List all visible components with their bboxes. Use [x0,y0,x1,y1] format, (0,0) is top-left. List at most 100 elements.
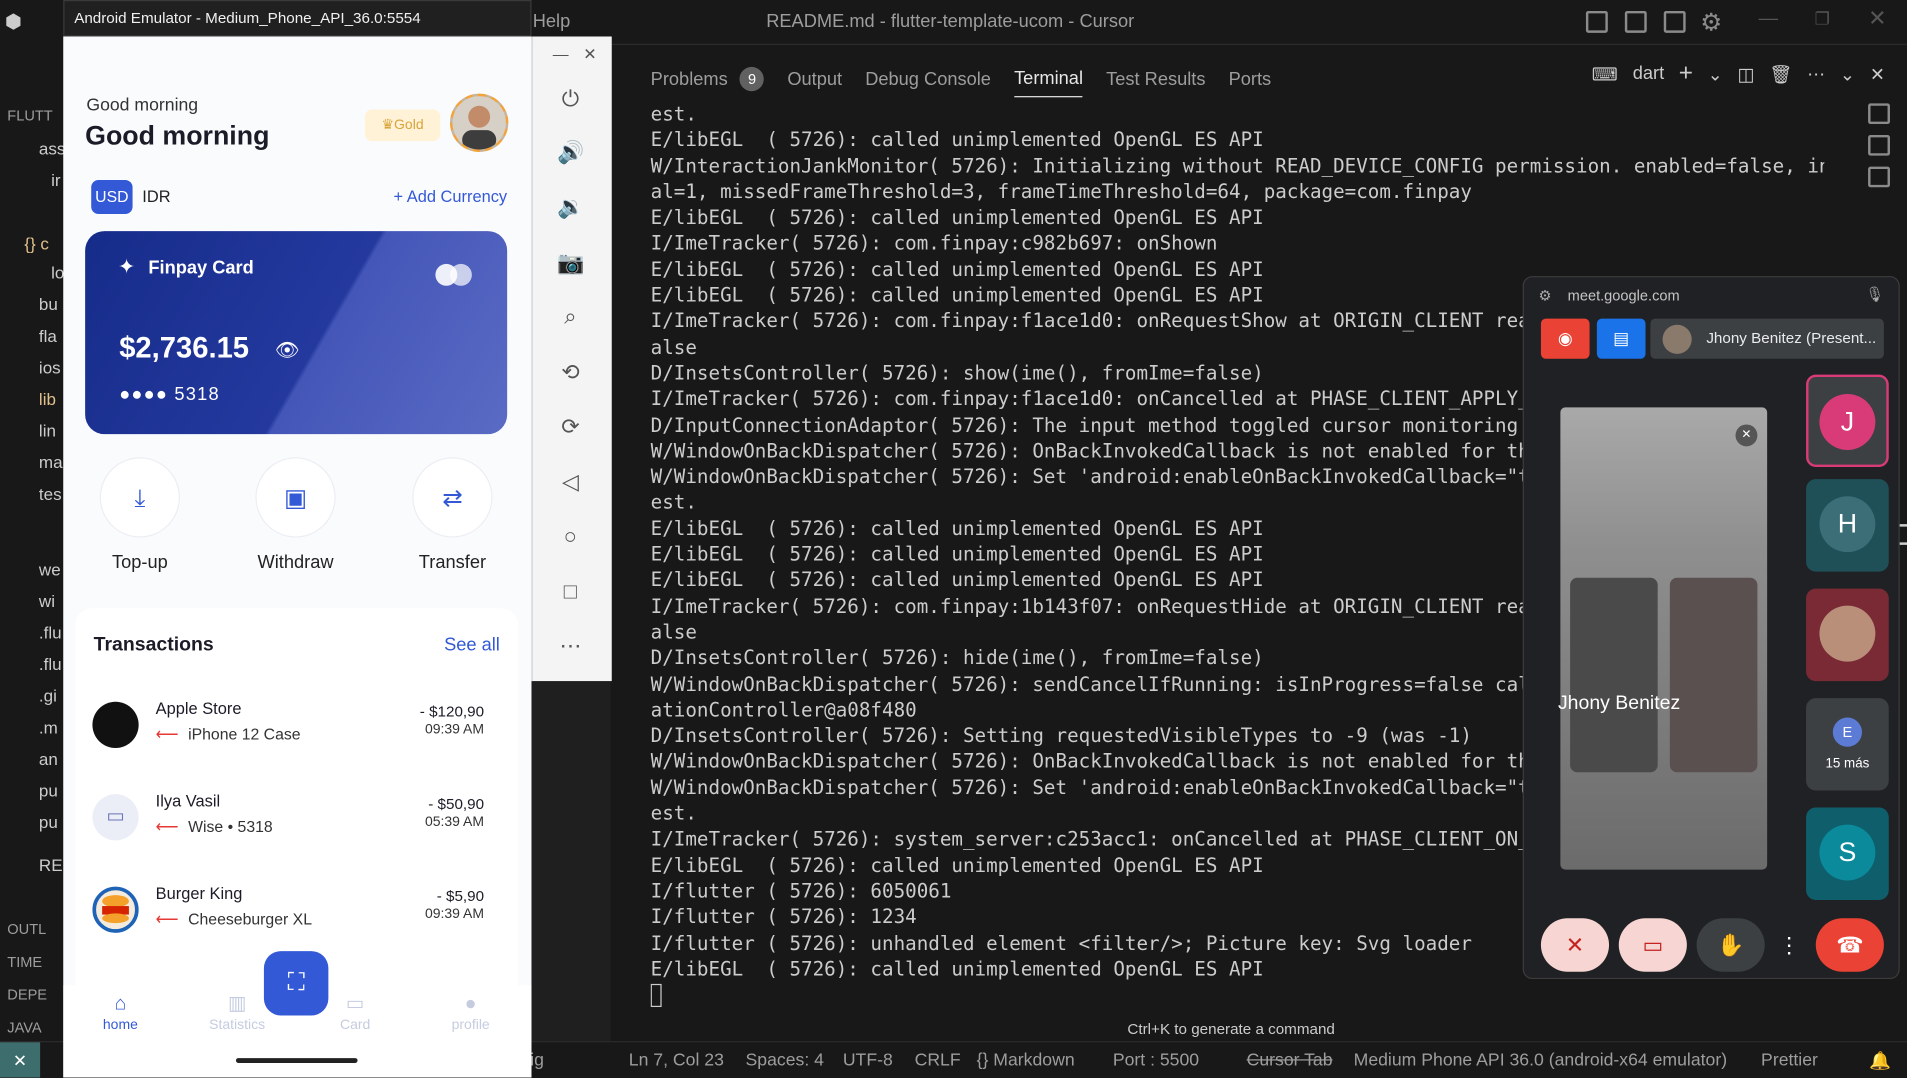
more-actions-icon[interactable]: ⋯ [1807,63,1825,85]
indentation[interactable]: Spaces: 4 [746,1051,824,1070]
camera-off-button[interactable]: ▭ [1618,918,1687,972]
participant-tile[interactable] [1806,588,1889,682]
tree-item[interactable]: .gi [39,686,57,705]
currency-usd-tab[interactable]: USD [91,179,133,215]
tab-output[interactable]: Output [787,61,842,97]
nav-profile[interactable]: ● profile [428,991,513,1033]
withdraw-action[interactable]: ▣ Withdraw [253,457,338,573]
finpay-card[interactable]: ✦ Finpay Card $2,736.15 👁 ●●●● 5318 [85,231,508,435]
participant-tile[interactable]: S [1806,807,1889,900]
transaction-row[interactable]: Burger King ⟵ Cheeseburger XL - $5,90 09:… [92,878,501,951]
tree-item[interactable]: lin [39,421,56,440]
record-button[interactable]: ◉ [1540,318,1590,359]
chevron-down-icon[interactable]: ⌄ [1708,63,1723,85]
add-currency-button[interactable]: + Add Currency [394,187,508,205]
nav-home[interactable]: ⌂ home [78,991,163,1033]
terminal-shell-selector[interactable]: dart [1633,63,1664,84]
share-screen-button[interactable]: ▤ [1596,318,1646,359]
currency-idr-tab[interactable]: IDR [142,187,170,205]
trash-icon[interactable]: 🗑 [1769,63,1792,85]
back-icon[interactable]: ◁ [557,468,584,495]
home-icon[interactable]: ○ [557,523,584,550]
settings-gear-icon[interactable]: ⚙ [1700,7,1722,37]
close-icon[interactable]: ✕ [576,41,603,68]
rotate-right-icon[interactable]: ⟳ [557,414,584,441]
presenter-chip[interactable]: Jhony Benitez (Present... [1650,318,1884,359]
participant-tile[interactable]: J [1806,374,1889,468]
raise-hand-button[interactable]: ✋ [1696,918,1765,972]
close-panel-icon[interactable]: ✕ [1870,63,1885,85]
prettier-status[interactable]: Prettier [1761,1051,1818,1070]
tree-item[interactable]: .flu [39,654,62,673]
outline-section[interactable]: OUTL [7,921,46,938]
tab-terminal[interactable]: Terminal [1014,68,1084,98]
terminal-instance-icon[interactable] [1868,166,1890,188]
minimize-icon[interactable]: — [547,41,574,68]
cursor-tab-status[interactable]: Cursor Tab [1247,1051,1333,1070]
camera-icon[interactable]: 📷 [557,249,584,276]
more-icon[interactable]: ⋯ [557,632,584,659]
tree-item[interactable]: an [39,749,58,768]
rotate-left-icon[interactable]: ⟲ [557,359,584,386]
participant-tile[interactable]: H [1806,479,1889,572]
volume-down-icon[interactable]: 🔉 [557,193,584,220]
tab-ports[interactable]: Ports [1229,61,1272,97]
tree-item[interactable]: fla [39,326,57,345]
tree-item[interactable]: ir [51,170,60,189]
toggle-secondary-sidebar-icon[interactable] [1663,10,1686,33]
transfer-action[interactable]: ⇄ Transfer [410,457,495,573]
tree-item[interactable]: wi [39,591,55,610]
tab-test-results[interactable]: Test Results [1106,61,1205,97]
tree-item[interactable]: .flu [39,623,62,642]
menu-help[interactable]: Help [533,11,571,32]
terminal-instance-icon[interactable] [1868,103,1890,125]
topup-action[interactable]: ⤓ Top-up [97,457,182,573]
tree-item[interactable]: .m [39,718,58,737]
user-avatar[interactable] [449,93,509,153]
scan-fab-button[interactable]: ⛶ [263,951,329,1016]
toggle-panel-icon[interactable] [1624,10,1647,33]
transaction-row[interactable]: ▭ Ilya Vasil ⟵ Wise • 5318 - $50,90 05:39… [92,786,501,859]
restore-icon[interactable]: ❐ [1815,9,1830,30]
live-server-port[interactable]: Port : 5500 [1113,1051,1199,1070]
tree-item[interactable]: we [39,559,61,578]
participant-tile[interactable]: E 15 más [1806,698,1889,791]
explorer-header[interactable]: FLUTT [7,107,52,124]
split-terminal-icon[interactable]: ◫ [1737,63,1754,85]
tree-item[interactable]: pu [39,781,58,800]
more-options-button[interactable]: ⋮ [1772,918,1806,972]
remote-icon[interactable]: ✕ [0,1042,41,1078]
tree-item[interactable]: ass [39,139,66,158]
tree-item[interactable]: lib [39,389,56,408]
tab-problems[interactable]: Problems 9 [651,61,765,97]
volume-up-icon[interactable]: 🔊 [557,139,584,166]
minimize-icon[interactable]: — [1759,9,1778,31]
see-all-link[interactable]: See all [444,635,500,656]
leave-call-button[interactable]: ☎ [1815,918,1884,972]
tab-debug-console[interactable]: Debug Console [865,61,991,97]
cursor-position[interactable]: Ln 7, Col 23 [629,1051,724,1070]
encoding[interactable]: UTF-8 [843,1051,893,1070]
close-window-icon[interactable]: ✕ [1868,6,1886,32]
dependencies-section[interactable]: DEPE [7,986,47,1003]
flutter-device[interactable]: Medium Phone API 36.0 (android-x64 emula… [1354,1051,1727,1070]
tree-item[interactable]: ios [39,358,61,377]
notifications-bell-icon[interactable]: 🔔 [1869,1051,1891,1071]
hide-balance-eye-icon[interactable]: 👁 [275,338,300,362]
power-icon[interactable]: ⏻ [557,85,584,112]
end-of-line[interactable]: CRLF [915,1051,961,1070]
site-settings-icon[interactable]: ⚙ [1538,287,1551,304]
tree-item[interactable]: pu [39,812,58,831]
collapse-panel-chevron-icon[interactable]: ⌄ [1840,63,1855,85]
terminal-instance-icon[interactable] [1868,134,1890,156]
language-mode[interactable]: {} Markdown [977,1051,1075,1070]
timeline-section[interactable]: TIME [7,954,42,971]
zoom-icon[interactable]: ⌕ [557,303,584,330]
tree-item[interactable]: bu [39,294,58,313]
tree-item[interactable]: {} c [24,234,49,253]
java-projects-section[interactable]: JAVA [7,1019,41,1036]
toggle-sidebar-icon[interactable] [1585,10,1608,33]
transaction-row[interactable]: Apple Store ⟵ iPhone 12 Case - $120,90 09… [92,693,501,766]
tree-item[interactable]: tes [39,484,62,503]
unmute-button[interactable]: ✕ [1540,918,1610,972]
